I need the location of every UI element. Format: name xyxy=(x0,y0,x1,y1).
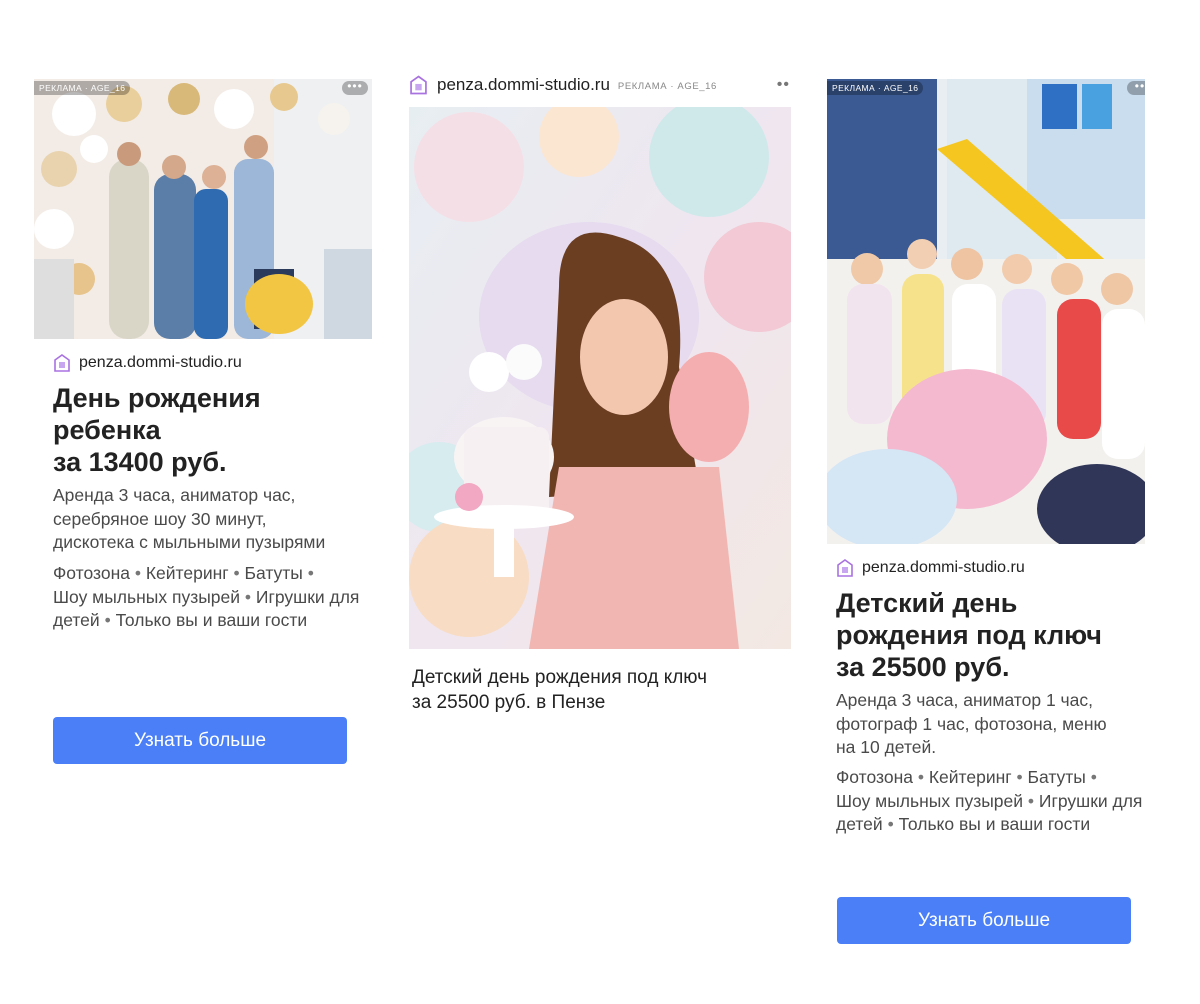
description-line: фотограф 1 час, фотозона, меню xyxy=(836,713,1107,734)
domain-link[interactable]: penza.dommi-studio.ru xyxy=(437,75,610,95)
ad-features: Фотозона • Кейтеринг • Батуты • Шоу мыль… xyxy=(53,563,360,630)
ad-label-badge: РЕКЛАМА · AGE_16 xyxy=(827,81,924,95)
description-line: Аренда 3 часа, аниматор 1 час, xyxy=(836,690,1094,710)
learn-more-button[interactable]: Узнать больше xyxy=(837,897,1131,944)
feature-link[interactable]: Фотозона xyxy=(53,563,130,583)
feature-link[interactable]: Батуты xyxy=(1028,767,1086,787)
domain-row[interactable]: penza.dommi-studio.ru xyxy=(54,354,242,372)
description-line: на 10 детей. xyxy=(836,737,937,757)
ad-caption[interactable]: Детский день рождения под ключ за 25500 … xyxy=(412,665,772,715)
description-line: Аренда 3 часа, аниматор час, xyxy=(53,485,296,505)
house-favicon-icon xyxy=(837,559,853,577)
ad-description: Аренда 3 часа, аниматор 1 час, фотограф … xyxy=(836,689,1156,760)
ad-features: Фотозона • Кейтеринг • Батуты • Шоу мыль… xyxy=(836,767,1143,834)
feature-link[interactable]: Только вы и ваши гости xyxy=(899,814,1091,834)
feature-link[interactable]: Шоу мыльных пузырей xyxy=(53,587,240,607)
feature-link[interactable]: Фотозона xyxy=(836,767,913,787)
feature-link[interactable]: Кейтеринг xyxy=(146,563,229,583)
title-line: рождения под ключ xyxy=(836,620,1102,650)
more-dots-icon[interactable]: •• xyxy=(1127,80,1145,95)
more-dots-icon[interactable]: ••• xyxy=(342,80,368,95)
title-line: ребенка xyxy=(53,415,161,445)
house-favicon-icon xyxy=(410,75,427,95)
feature-link[interactable]: Только вы и ваши гости xyxy=(116,610,308,630)
feature-link[interactable]: Батуты xyxy=(245,563,303,583)
caption-line: за 25500 руб. в Пензе xyxy=(412,692,606,713)
house-favicon-icon xyxy=(54,354,70,372)
ad-title[interactable]: Детский день рождения под ключ за 25500 … xyxy=(836,587,1156,683)
ad-image-family-party[interactable]: РЕКЛАМА · AGE_16 ••• xyxy=(34,79,372,339)
domain-row[interactable]: penza.dommi-studio.ru xyxy=(837,559,1025,577)
ad-header: penza.dommi-studio.ru РЕКЛАМА · AGE_16 •… xyxy=(410,70,792,100)
ad-label: РЕКЛАМА · AGE_16 xyxy=(617,81,717,92)
caption-line: Детский день рождения под ключ xyxy=(412,667,708,688)
description-line: серебряное шоу 30 минут, xyxy=(53,508,267,529)
title-line: Детский день xyxy=(836,588,1018,618)
ad-label-badge: РЕКЛАМА · AGE_16 xyxy=(34,81,131,95)
ad-image-kids-party[interactable]: РЕКЛАМА · AGE_16 •• xyxy=(827,79,1145,544)
ad-description: Аренда 3 часа, аниматор час, серебряное … xyxy=(53,484,363,555)
description-line: дискотека с мыльными пузырями xyxy=(53,532,326,552)
domain-link[interactable]: penza.dommi-studio.ru xyxy=(79,354,242,372)
feature-link[interactable]: Шоу мыльных пузырей xyxy=(836,791,1023,811)
title-line: День рождения xyxy=(53,383,261,413)
learn-more-button[interactable]: Узнать больше xyxy=(53,717,347,764)
domain-link[interactable]: penza.dommi-studio.ru xyxy=(862,559,1025,577)
more-dots-icon[interactable]: •• xyxy=(777,76,790,94)
feature-link[interactable]: Кейтеринг xyxy=(929,767,1012,787)
ad-title[interactable]: День рождения ребенка за 13400 руб. xyxy=(53,382,353,478)
title-line: за 25500 руб. xyxy=(836,652,1010,682)
title-line: за 13400 руб. xyxy=(53,447,227,477)
ad-image-girl-with-cake[interactable] xyxy=(409,107,791,649)
